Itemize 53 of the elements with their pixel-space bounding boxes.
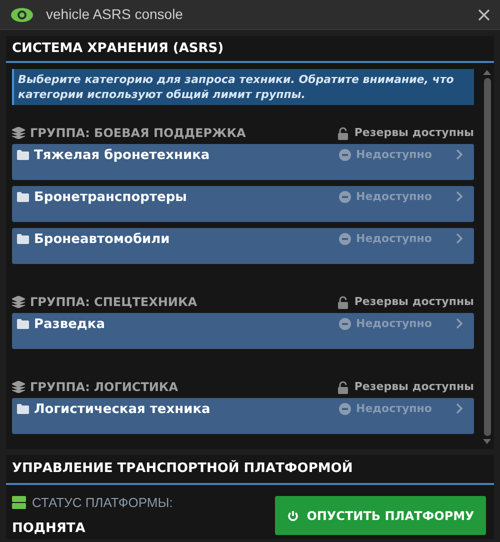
reserve-status: Резервы доступны bbox=[354, 294, 474, 310]
layers-icon bbox=[12, 381, 25, 393]
close-icon[interactable] bbox=[478, 8, 490, 20]
reserve-status: Резервы доступны bbox=[354, 124, 474, 141]
minus-circle-icon bbox=[339, 149, 351, 161]
power-icon bbox=[286, 510, 299, 522]
category-name: Логистическая техника bbox=[34, 401, 212, 419]
notice-banner: Выберите категорию для запроса техники. Обратите внимание, что категории используют общий лимит группы. bbox=[12, 69, 474, 105]
reserve-status: Резервы доступны bbox=[354, 378, 474, 395]
group-title: ГРУППА: ЛОГИСТИКА bbox=[30, 379, 178, 396]
folder-icon bbox=[17, 234, 29, 244]
folder-icon bbox=[17, 192, 29, 202]
category-name: Разведка bbox=[34, 316, 106, 334]
eye-icon bbox=[10, 6, 34, 22]
minus-circle-icon bbox=[339, 318, 351, 330]
availability-status: Недоступно bbox=[356, 231, 433, 247]
folder-icon bbox=[17, 319, 29, 329]
minus-circle-icon bbox=[339, 191, 351, 203]
chevron-right-icon bbox=[456, 191, 463, 202]
group-title: ГРУППА: СПЕЦТЕХНИКА bbox=[30, 294, 198, 311]
status-value: ПОДНЯТА bbox=[12, 520, 86, 538]
category-row[interactable]: Бронеавтомобили Недоступно bbox=[12, 228, 474, 264]
layers-icon bbox=[12, 127, 25, 139]
availability-status: Недоступно bbox=[356, 401, 433, 417]
category-name: Тяжелая бронетехника bbox=[34, 147, 211, 165]
category-row[interactable]: Бронетранспортеры Недоступно bbox=[12, 186, 474, 222]
chevron-right-icon bbox=[456, 233, 463, 244]
chevron-right-icon bbox=[456, 403, 463, 414]
chevron-right-icon bbox=[456, 149, 463, 160]
window-title: vehicle ASRS console bbox=[46, 5, 184, 24]
group-title: ГРУППА: БОЕВАЯ ПОДДЕРЖКА bbox=[30, 125, 246, 142]
lower-platform-button[interactable]: ОПУСТИТЬ ПЛАТФОРМУ bbox=[275, 496, 486, 535]
minus-circle-icon bbox=[339, 233, 351, 245]
status-label: СТАТУС ПЛАТФОРМЫ: bbox=[32, 494, 173, 512]
chevron-right-icon bbox=[456, 318, 463, 329]
folder-icon bbox=[17, 404, 29, 414]
panel-title: СИСТЕМА ХРАНЕНИЯ (ASRS) bbox=[6, 36, 494, 63]
availability-status: Недоступно bbox=[356, 316, 433, 332]
minus-circle-icon bbox=[339, 403, 351, 415]
availability-status: Недоступно bbox=[356, 147, 433, 163]
server-icon bbox=[12, 496, 26, 510]
category-row[interactable]: Логистическая техника Недоступно bbox=[12, 398, 474, 434]
scroll-up-icon[interactable] bbox=[483, 69, 491, 75]
category-name: Бронеавтомобили bbox=[34, 231, 171, 249]
availability-status: Недоступно bbox=[356, 189, 433, 205]
scroll-down-icon[interactable] bbox=[483, 439, 491, 445]
category-name: Бронетранспортеры bbox=[34, 189, 188, 207]
category-row[interactable]: Разведка Недоступно bbox=[12, 313, 474, 349]
folder-icon bbox=[17, 150, 29, 160]
layers-icon bbox=[12, 296, 25, 308]
scrollbar-thumb[interactable] bbox=[484, 78, 490, 436]
category-row[interactable]: Тяжелая бронетехника Недоступно bbox=[12, 144, 474, 180]
panel-title: УПРАВЛЕНИЕ ТРАНСПОРТНОЙ ПЛАТФОРМОЙ bbox=[6, 455, 494, 485]
